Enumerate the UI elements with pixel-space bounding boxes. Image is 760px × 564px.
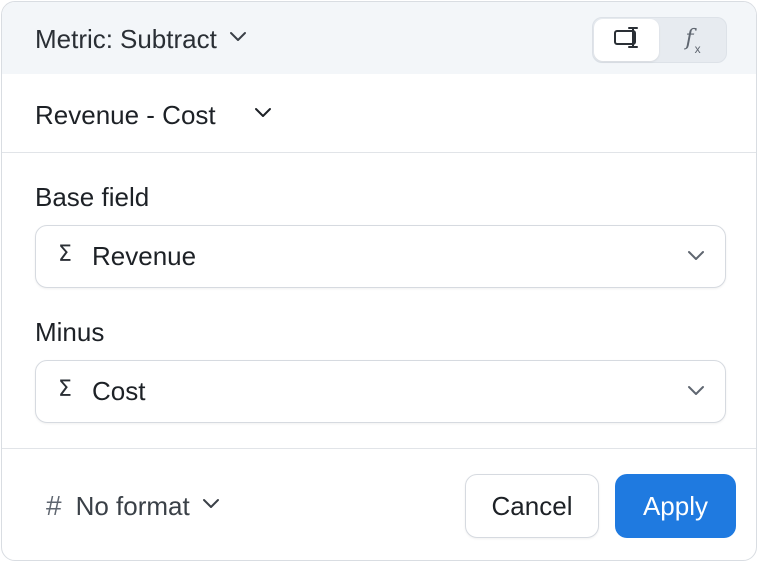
- metric-type-select[interactable]: Metric: Subtract: [35, 22, 247, 56]
- expression-select[interactable]: Revenue - Cost: [35, 97, 272, 133]
- divider: [2, 448, 756, 449]
- chevron-down-icon: [229, 30, 247, 48]
- minus-field-select[interactable]: Σ Cost: [35, 360, 726, 423]
- minus-field-value: Cost: [92, 376, 146, 406]
- cancel-button[interactable]: Cancel: [465, 474, 599, 538]
- sigma-icon: Σ: [58, 242, 72, 267]
- divider: [2, 152, 756, 153]
- chevron-down-icon: [254, 106, 272, 124]
- metric-type-value: Subtract: [120, 23, 217, 54]
- metric-label: Metric:: [35, 23, 113, 54]
- base-field-value: Revenue: [92, 241, 197, 271]
- minus-field-label: Minus: [35, 317, 105, 347]
- editor-mode-toggle: fx: [592, 17, 727, 63]
- hash-icon: #: [46, 490, 62, 521]
- chevron-down-icon: [687, 249, 705, 267]
- builder-mode-icon: [613, 26, 641, 55]
- base-field-label: Base field: [35, 182, 150, 212]
- number-format-label: No format: [75, 490, 190, 521]
- function-fx-icon: fx: [685, 26, 701, 56]
- sigma-icon: Σ: [58, 377, 72, 402]
- number-format-select[interactable]: # No format: [46, 488, 220, 524]
- chevron-down-icon: [687, 384, 705, 402]
- panel-header: Metric: Subtract fx: [2, 2, 756, 74]
- metric-editor-panel: Metric: Subtract fx Revenue - Cost Base …: [1, 1, 757, 561]
- builder-mode-button[interactable]: [594, 19, 659, 61]
- base-field-select[interactable]: Σ Revenue: [35, 225, 726, 288]
- apply-button[interactable]: Apply: [615, 474, 736, 538]
- chevron-down-icon: [202, 497, 220, 515]
- formula-mode-button[interactable]: fx: [661, 19, 725, 61]
- expression-text: Revenue - Cost: [35, 99, 216, 130]
